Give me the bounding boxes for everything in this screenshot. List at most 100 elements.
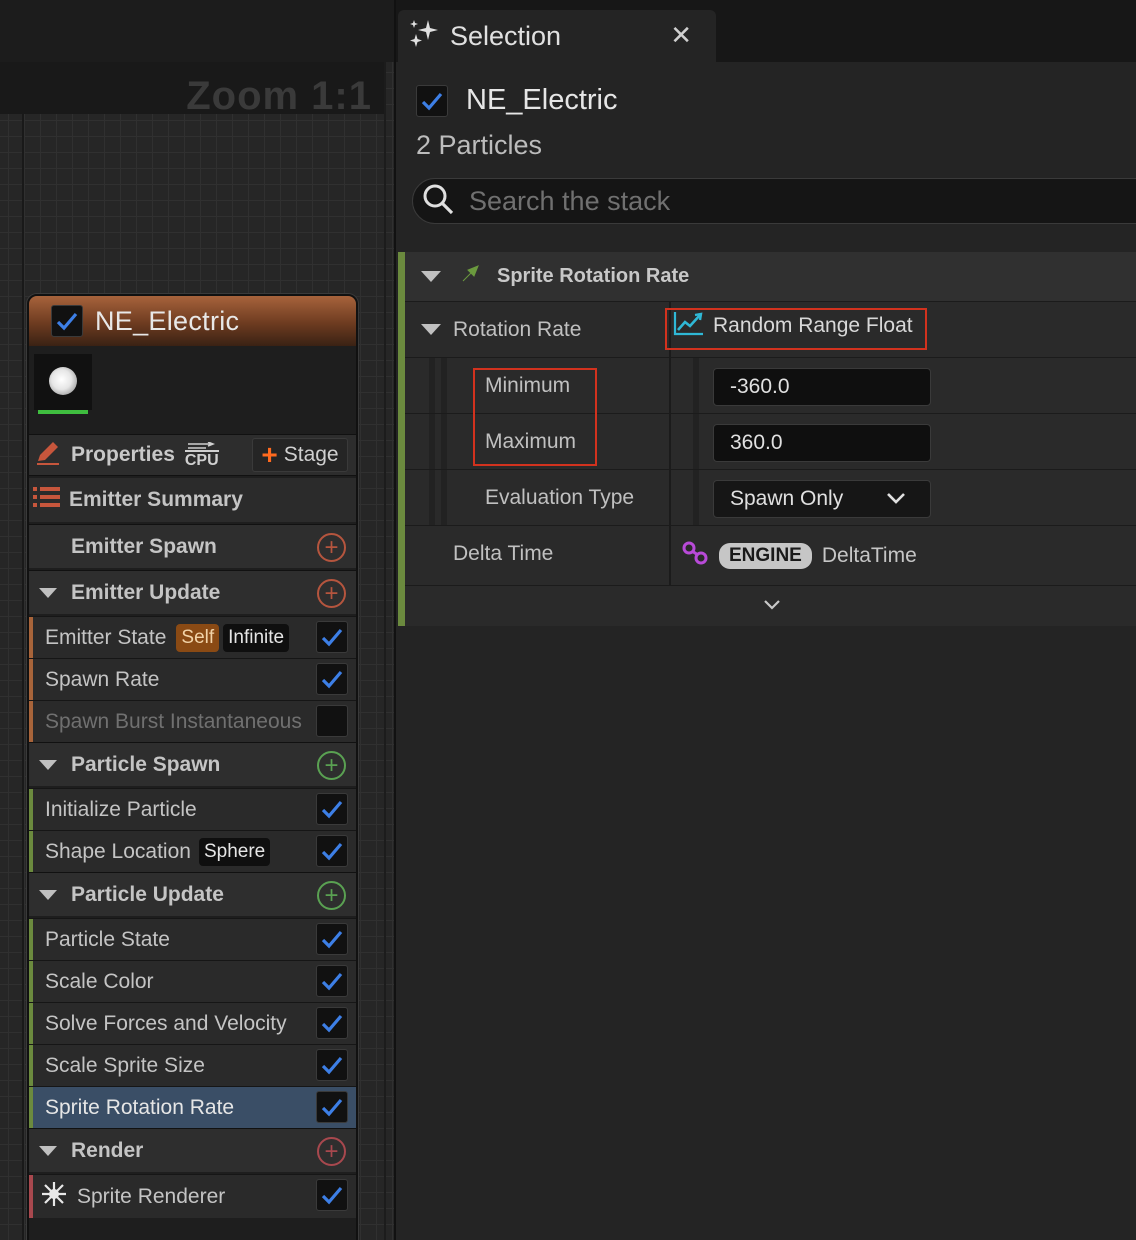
module-enable-checkbox[interactable] [316, 1179, 348, 1211]
zoom-label: Zoom 1:1 [186, 74, 372, 118]
module-solve-forces[interactable]: Solve Forces and Velocity [29, 1002, 356, 1044]
module-enable-checkbox[interactable] [316, 965, 348, 997]
emitter-enable-checkbox[interactable] [416, 84, 448, 117]
emitter-summary-label: Emitter Summary [69, 488, 243, 511]
dropdown-value: Spawn Only [730, 487, 844, 510]
group-particle-update[interactable]: Particle Update + [29, 872, 356, 916]
add-module-button[interactable]: + [317, 751, 346, 780]
collapse-arrow-icon[interactable] [39, 759, 57, 770]
stack-search[interactable] [412, 178, 1136, 224]
module-enable-checkbox[interactable] [316, 1091, 348, 1123]
module-color-bar [398, 252, 405, 626]
module-shape-location[interactable]: Shape Location Sphere [29, 830, 356, 872]
column-splitter[interactable] [669, 414, 671, 469]
maximum-input[interactable]: 360.0 [713, 424, 931, 462]
module-emitter-state[interactable]: Emitter State Self Infinite [29, 616, 356, 658]
selection-panel: Selection ✕ NE_Electric 2 Particles Spri… [394, 0, 1136, 1240]
module-enable-checkbox[interactable] [316, 621, 348, 653]
search-input[interactable] [469, 185, 1069, 217]
indent-guide [429, 470, 435, 525]
add-module-button[interactable]: + [317, 881, 346, 910]
expand-advanced-button[interactable] [405, 588, 1136, 626]
checkmark-icon [321, 628, 343, 647]
emitter-thumbnail[interactable] [34, 354, 92, 414]
evaluation-type-dropdown[interactable]: Spawn Only [713, 480, 931, 518]
pencil-icon [33, 437, 63, 473]
module-enable-checkbox[interactable] [316, 1007, 348, 1039]
module-spawn-burst[interactable]: Spawn Burst Instantaneous [29, 700, 356, 742]
tab-title: Selection [450, 20, 562, 51]
section-header-sprite-rotation-rate[interactable]: Sprite Rotation Rate [405, 252, 1136, 302]
highlight-box [665, 308, 927, 350]
emitter-enable-checkbox[interactable] [51, 305, 83, 337]
chevron-down-icon [763, 598, 781, 616]
graph-canvas[interactable]: Zoom 1:1 NE_Electric Properties CPU + St… [0, 0, 394, 1240]
collapse-arrow-icon[interactable] [39, 1145, 57, 1156]
module-label: Sprite Renderer [77, 1184, 226, 1208]
collapse-arrow-icon[interactable] [421, 324, 441, 335]
prop-evaluation-type[interactable]: Evaluation Type Spawn Only [405, 470, 1136, 526]
prop-label: Delta Time [453, 542, 554, 565]
delta-time-value: DeltaTime [821, 544, 917, 567]
thumbnail-status-bar [38, 410, 88, 414]
section-title: Sprite Rotation Rate [497, 265, 690, 287]
column-splitter[interactable] [669, 526, 671, 585]
module-enable-checkbox[interactable] [316, 923, 348, 955]
module-initialize-particle[interactable]: Initialize Particle [29, 788, 356, 830]
checkmark-icon [321, 930, 343, 949]
properties-row[interactable]: Properties CPU + Stage [29, 434, 356, 476]
module-stack: Sprite Rotation Rate Rotation Rate Rando… [398, 252, 1136, 626]
collapse-arrow-icon[interactable] [39, 889, 57, 900]
emitter-node-header[interactable]: NE_Electric [29, 296, 356, 346]
module-arrow-icon [459, 263, 481, 290]
module-color-bar [29, 961, 33, 1002]
module-spawn-rate[interactable]: Spawn Rate [29, 658, 356, 700]
collapse-arrow-icon[interactable] [39, 587, 57, 598]
add-stage-button[interactable]: + Stage [252, 438, 348, 472]
particles-count: 2 Particles [416, 130, 543, 160]
module-scale-color[interactable]: Scale Color [29, 960, 356, 1002]
module-sprite-renderer[interactable]: Sprite Renderer [29, 1174, 356, 1218]
indent-guide [693, 358, 699, 413]
module-sprite-rotation-rate[interactable]: Sprite Rotation Rate [29, 1086, 356, 1128]
group-particle-spawn[interactable]: Particle Spawn + [29, 742, 356, 786]
collapse-arrow-icon[interactable] [421, 271, 441, 282]
checkmark-icon [321, 670, 343, 689]
emitter-node[interactable]: NE_Electric Properties CPU + Stage Emitt… [27, 294, 358, 1240]
module-color-bar [29, 1045, 33, 1086]
add-module-button[interactable]: + [317, 579, 346, 608]
prop-rotation-rate[interactable]: Rotation Rate Random Range Float [405, 302, 1136, 358]
highlight-box [473, 368, 597, 466]
emitter-node-title: NE_Electric [95, 305, 240, 336]
module-particle-state[interactable]: Particle State [29, 918, 356, 960]
module-enable-checkbox[interactable] [316, 705, 348, 737]
prop-label: Rotation Rate [453, 318, 582, 341]
module-enable-checkbox[interactable] [316, 835, 348, 867]
module-scale-sprite-size[interactable]: Scale Sprite Size [29, 1044, 356, 1086]
module-color-bar [29, 1003, 33, 1044]
module-enable-checkbox[interactable] [316, 1049, 348, 1081]
module-color-bar [29, 1175, 33, 1218]
group-label: Render [71, 1138, 144, 1162]
emitter-summary-row[interactable]: Emitter Summary [29, 478, 356, 522]
minimum-input[interactable]: -360.0 [713, 368, 931, 406]
tab-selection[interactable]: Selection ✕ [398, 10, 716, 62]
add-module-button[interactable]: + [317, 533, 346, 562]
module-label: Emitter State [45, 625, 167, 649]
group-emitter-spawn[interactable]: Emitter Spawn + [29, 524, 356, 568]
column-splitter[interactable] [669, 470, 671, 525]
module-color-bar [29, 831, 33, 872]
close-icon[interactable]: ✕ [670, 20, 692, 51]
module-tag-self: Self [176, 623, 220, 652]
group-render[interactable]: Render + [29, 1128, 356, 1172]
column-splitter[interactable] [669, 358, 671, 413]
delta-time-binding[interactable]: ENGINE DeltaTime [681, 540, 917, 572]
module-enable-checkbox[interactable] [316, 663, 348, 695]
graph-grid-line [22, 114, 24, 1240]
add-module-button[interactable]: + [317, 1137, 346, 1166]
group-emitter-update[interactable]: Emitter Update + [29, 570, 356, 614]
checkmark-icon [321, 972, 343, 991]
module-enable-checkbox[interactable] [316, 793, 348, 825]
prop-delta-time[interactable]: Delta Time ENGINE DeltaTime [405, 526, 1136, 586]
checkmark-icon [321, 1098, 343, 1117]
